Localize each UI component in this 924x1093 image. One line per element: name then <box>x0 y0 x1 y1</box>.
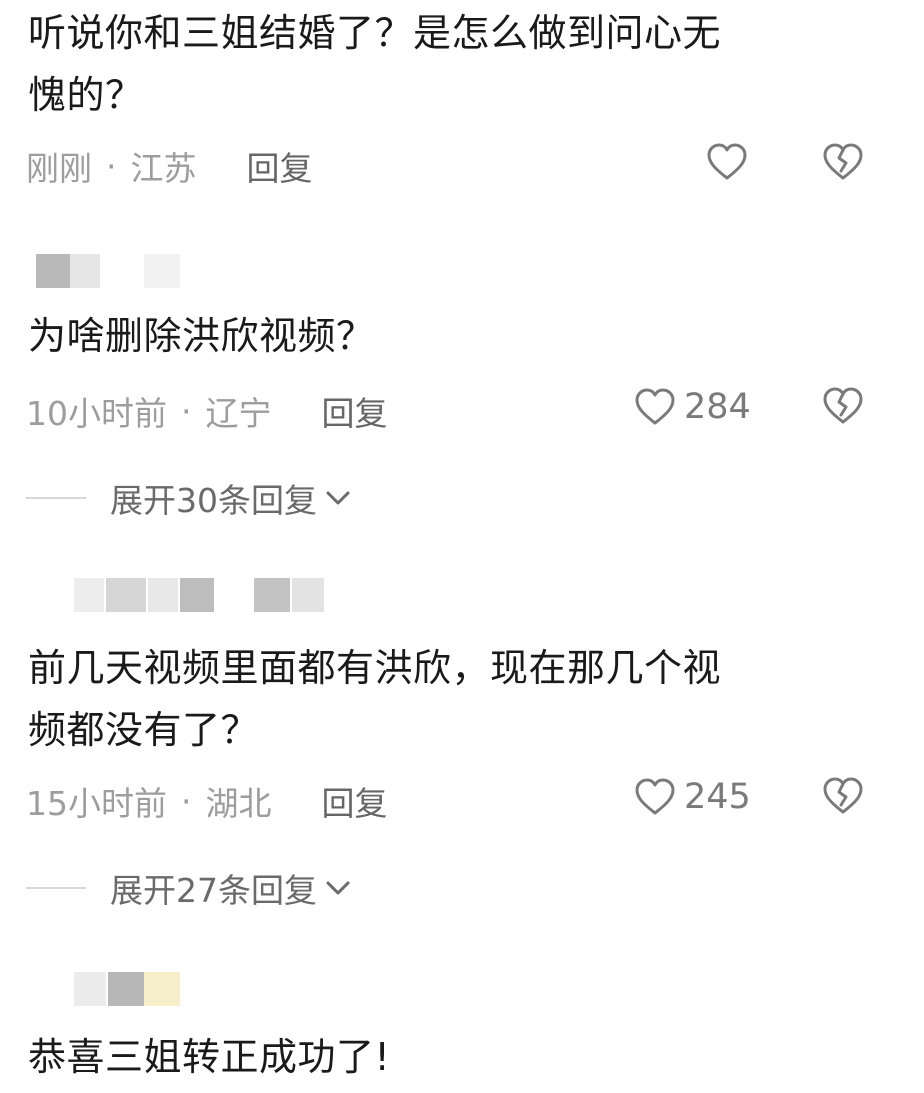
comment-text-line: 频都没有了？ <box>28 708 260 752</box>
comment-feed: 听说你和三姐结婚了？是怎么做到问心无 愧的？ 刚刚 · 江苏 回复 为啥删除洪欣… <box>0 0 924 1093</box>
reply-button[interactable]: 回复 <box>322 387 388 435</box>
dislike-button[interactable] <box>822 777 864 819</box>
meta-separator: · <box>106 146 117 186</box>
comment-text: 恭喜三姐转正成功了! <box>28 1026 390 1088</box>
comment-time: 刚刚 <box>26 149 92 188</box>
comment-text-line: 为啥删除洪欣视频？ <box>28 314 375 358</box>
like-button[interactable] <box>706 143 748 181</box>
reply-button[interactable]: 回复 <box>247 142 313 190</box>
comment-location: 江苏 <box>130 149 197 188</box>
comment-location: 湖北 <box>205 784 272 823</box>
username-blurred <box>30 572 340 616</box>
comment-text-line: 前几天视频里面都有洪欣，现在那几个视 <box>28 646 722 690</box>
like-button[interactable]: 245 <box>634 777 751 817</box>
expand-label: 展开27条回复 <box>110 871 317 910</box>
comment-text: 前几天视频里面都有洪欣，现在那几个视 频都没有了？ <box>28 637 721 761</box>
broken-heart-icon <box>823 777 863 814</box>
comment-meta: 刚刚 · 江苏 回复 <box>26 142 313 190</box>
meta-separator: · <box>181 781 192 821</box>
like-count: 284 <box>684 387 751 427</box>
dislike-button[interactable] <box>822 387 864 429</box>
expand-replies-button[interactable]: 展开27条回复 <box>26 864 351 912</box>
broken-heart-icon <box>823 387 863 424</box>
chevron-down-icon <box>326 491 350 505</box>
divider-line <box>26 497 86 499</box>
chevron-down-icon <box>326 881 350 895</box>
meta-separator: · <box>181 391 192 431</box>
comment-text-line: 听说你和三姐结婚了？是怎么做到问心无 <box>28 11 722 55</box>
comment-text: 为啥删除洪欣视频？ <box>28 305 375 367</box>
like-count: 245 <box>684 777 751 817</box>
dislike-button[interactable] <box>822 143 864 185</box>
comment-text: 听说你和三姐结婚了？是怎么做到问心无 愧的？ <box>28 2 721 126</box>
expand-label: 展开30条回复 <box>110 481 317 520</box>
username-blurred <box>30 248 190 290</box>
heart-outline-icon <box>635 778 675 815</box>
like-button[interactable]: 284 <box>634 387 751 427</box>
comment-time: 10小时前 <box>26 394 167 433</box>
heart-outline-icon <box>707 143 747 180</box>
reply-button[interactable]: 回复 <box>322 777 388 825</box>
broken-heart-icon <box>823 143 863 180</box>
expand-replies-button[interactable]: 展开30条回复 <box>26 474 351 522</box>
comment-location: 辽宁 <box>205 394 272 433</box>
divider-line <box>26 887 86 889</box>
username-blurred <box>30 966 190 1010</box>
comment-meta: 15小时前 · 湖北 回复 <box>26 777 388 825</box>
heart-outline-icon <box>635 388 675 425</box>
comment-meta: 10小时前 · 辽宁 回复 <box>26 387 388 435</box>
comment-text-line: 恭喜三姐转正成功了! <box>28 1035 391 1079</box>
comment-time: 15小时前 <box>26 784 167 823</box>
comment-text-line: 愧的？ <box>28 73 144 117</box>
